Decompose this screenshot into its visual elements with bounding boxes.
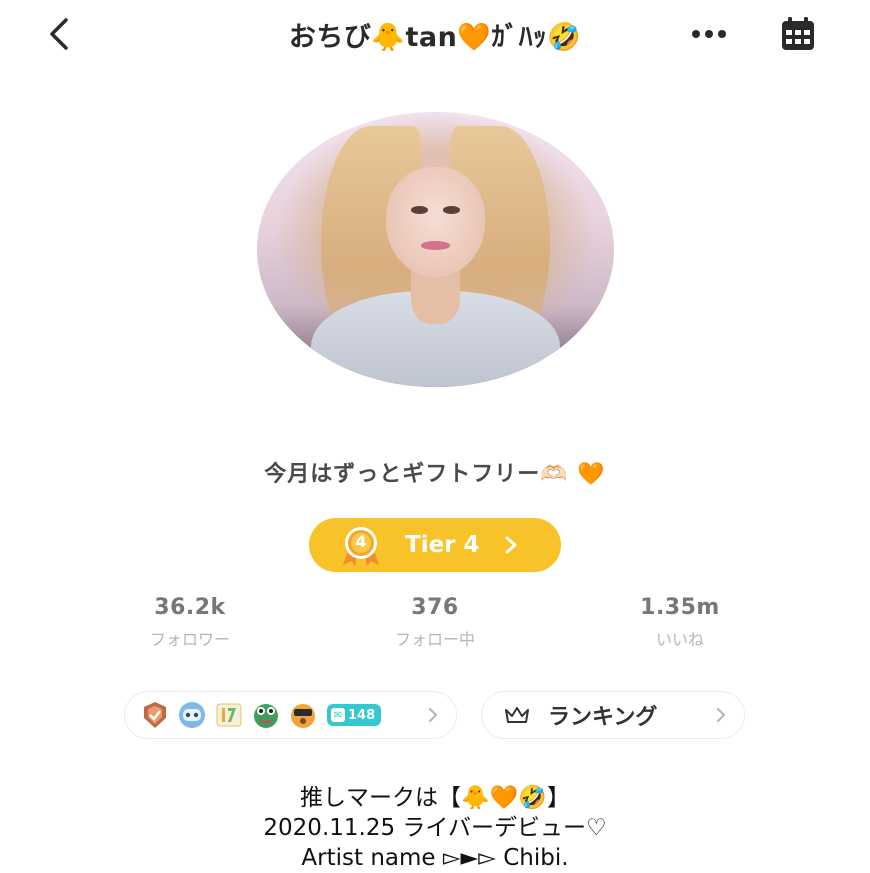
page-title: おちび🐥tan🧡ｶﾞﾊｯ🤣	[288, 21, 582, 53]
following-count: 376	[411, 595, 459, 620]
profile-bio: 今月はずっとギフトフリー🫶🏻 🧡	[264, 462, 606, 487]
following-label: フォロー中	[394, 630, 475, 649]
17-badge-icon	[214, 700, 244, 730]
tier-medal-number: 4	[355, 532, 367, 551]
tier-button[interactable]: 4 Tier 4	[309, 518, 561, 572]
description-line-2: 2020.11.25 ライバーデビュー♡	[263, 815, 607, 841]
profile-avatar[interactable]	[257, 112, 614, 387]
badge-count-icon: ✉	[331, 708, 345, 722]
more-horizontal-icon	[692, 30, 726, 38]
chevron-right-icon	[429, 708, 437, 722]
badge-count-value: 148	[348, 707, 376, 723]
stat-likes[interactable]: 1.35m いいね	[580, 595, 780, 650]
profile-description: 推しマークは【🐥🧡🤣】 2020.11.25 ライバーデビュー♡ Artist …	[0, 783, 870, 873]
robot-badge-icon	[177, 700, 207, 730]
chevron-left-icon	[50, 18, 68, 50]
tier-label: Tier 4	[405, 532, 480, 558]
badge-count: ✉ 148	[327, 704, 382, 726]
likes-count: 1.35m	[640, 595, 720, 620]
more-button[interactable]	[690, 22, 730, 46]
followers-label: フォロワー	[149, 630, 230, 649]
description-line-1: 推しマークは【🐥🧡🤣】	[300, 785, 570, 811]
followers-count: 36.2k	[154, 595, 226, 620]
ranking-label: ランキング	[548, 705, 658, 730]
calendar-button[interactable]	[778, 14, 818, 54]
shield-badge-icon	[140, 700, 170, 730]
badges-button[interactable]: ✉ 148	[124, 691, 457, 739]
stat-followers[interactable]: 36.2k フォロワー	[90, 595, 290, 650]
back-button[interactable]	[40, 14, 80, 54]
stat-following[interactable]: 376 フォロー中	[335, 595, 535, 650]
chevron-right-icon	[717, 708, 725, 722]
tier-medal-icon: 4	[339, 523, 383, 567]
top-bar: おちび🐥tan🧡ｶﾞﾊｯ🤣	[0, 0, 870, 70]
dog-badge-icon	[288, 700, 318, 730]
crown-icon	[505, 707, 529, 723]
likes-label: いいね	[655, 630, 704, 649]
calendar-icon	[782, 17, 814, 50]
stats-row: 36.2k フォロワー 376 フォロー中 1.35m いいね	[0, 595, 870, 655]
ranking-button[interactable]: ランキング	[481, 691, 745, 739]
description-line-3: Artist name ▻►▻ Chibi.	[301, 845, 569, 871]
chevron-right-icon	[505, 536, 517, 554]
frog-badge-icon	[251, 700, 281, 730]
